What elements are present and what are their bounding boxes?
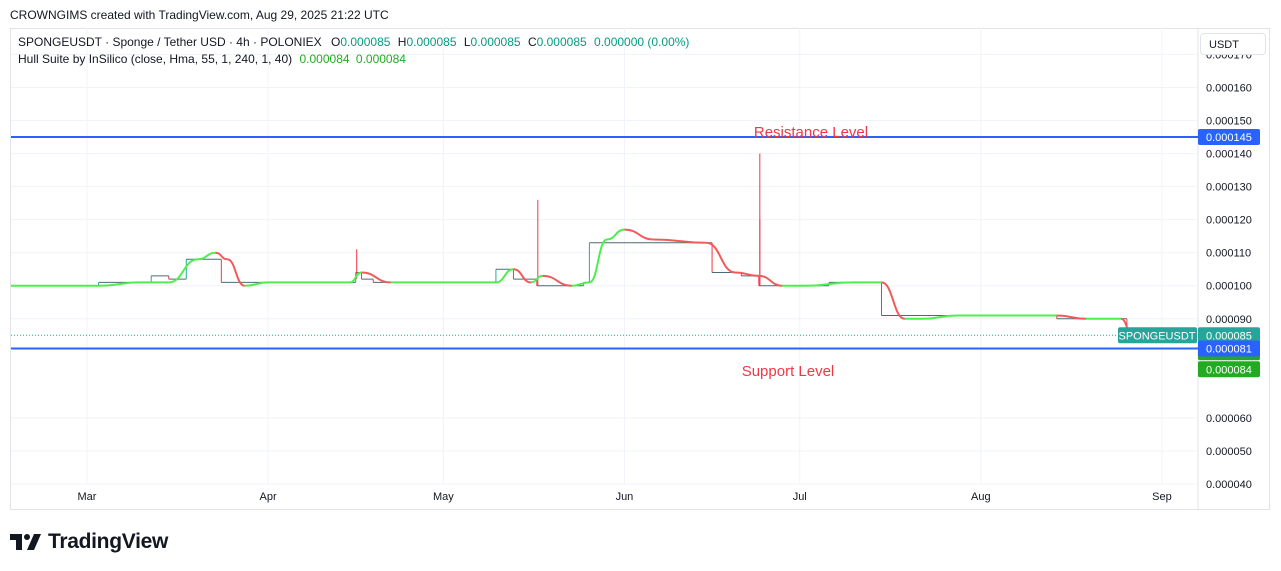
- x-tick-label: Jun: [616, 491, 634, 503]
- y-tick-label: 0.000160: [1206, 82, 1252, 94]
- y-tick-label: 0.000120: [1206, 215, 1252, 227]
- ohlc-open-label: O: [331, 35, 341, 49]
- hull-segment: [624, 228, 654, 241]
- ohlc-low-value: 0.000085: [470, 35, 521, 49]
- hull-segment: [542, 274, 572, 287]
- hull-segment: [881, 281, 906, 320]
- hull-segment: [588, 238, 608, 284]
- price-chart[interactable]: 0.0001700.0001600.0001500.0001400.000130…: [0, 0, 1281, 571]
- support-level-label: Support Level: [742, 363, 835, 380]
- current-price-tag: 0.000085: [1206, 330, 1252, 342]
- indicator-legend[interactable]: Hull Suite by InSilico (close, Hma, 55, …: [18, 52, 406, 66]
- hull-value-tag-2: 0.000084: [1206, 364, 1252, 376]
- y-tick-label: 0.000130: [1206, 182, 1252, 194]
- tradingview-logo-icon: [10, 534, 41, 550]
- symbol-legend: SPONGEUSDT · Sponge / Tether USD · 4h · …: [18, 35, 689, 49]
- hull-segment: [215, 251, 228, 261]
- symbol-info: SPONGEUSDT · Sponge / Tether USD · 4h · …: [18, 35, 322, 49]
- y-tick-label: 0.000060: [1206, 413, 1252, 425]
- x-tick-label: Mar: [77, 491, 96, 503]
- x-tick-label: Sep: [1152, 491, 1172, 503]
- resistance-level-label: Resistance Level: [754, 124, 868, 141]
- currency-selector[interactable]: USDT: [1200, 33, 1266, 55]
- indicator-value-1: 0.000084: [299, 52, 350, 66]
- indicator-name: Hull Suite by InSilico (close, Hma, 55, …: [18, 52, 293, 66]
- y-tick-label: 0.000040: [1206, 479, 1252, 491]
- indicator-value-2: 0.000084: [355, 52, 406, 66]
- y-tick-label: 0.000110: [1206, 248, 1251, 260]
- resistance-price-tag: 0.000145: [1206, 132, 1252, 144]
- hull-segment: [495, 268, 514, 284]
- hull-segment: [606, 228, 625, 241]
- hull-segment: [706, 241, 736, 274]
- ohlc-open-value: 0.000085: [340, 35, 391, 49]
- x-tick-label: Jul: [793, 491, 807, 503]
- tradingview-wordmark: TradingView: [48, 530, 169, 553]
- hull-segment: [361, 271, 391, 284]
- ohlc-close-label: C: [527, 35, 537, 49]
- support-price-tag: 0.000081: [1206, 344, 1252, 356]
- y-tick-label: 0.000140: [1206, 149, 1252, 161]
- ohlc-close-value: 0.000085: [536, 35, 587, 49]
- x-tick-label: Aug: [971, 491, 991, 503]
- symbol-tag: SPONGEUSDT: [1118, 330, 1195, 342]
- y-tick-label: 0.000050: [1206, 446, 1252, 458]
- hull-segment: [197, 251, 216, 261]
- hull-segment: [513, 268, 532, 284]
- ohlc-high-value: 0.000085: [406, 35, 457, 49]
- hull-segment: [758, 274, 783, 287]
- x-tick-label: May: [433, 491, 454, 503]
- y-tick-label: 0.000100: [1206, 281, 1252, 293]
- tradingview-logo[interactable]: TradingView: [10, 530, 168, 554]
- hull-segment: [226, 258, 246, 287]
- y-tick-label: 0.000150: [1206, 116, 1252, 128]
- ohlc-low-label: L: [463, 35, 471, 49]
- y-tick-label: 0.000090: [1206, 314, 1252, 326]
- x-tick-label: Apr: [260, 491, 277, 503]
- ohlc-change: 0.000000 (0.00%): [594, 35, 690, 49]
